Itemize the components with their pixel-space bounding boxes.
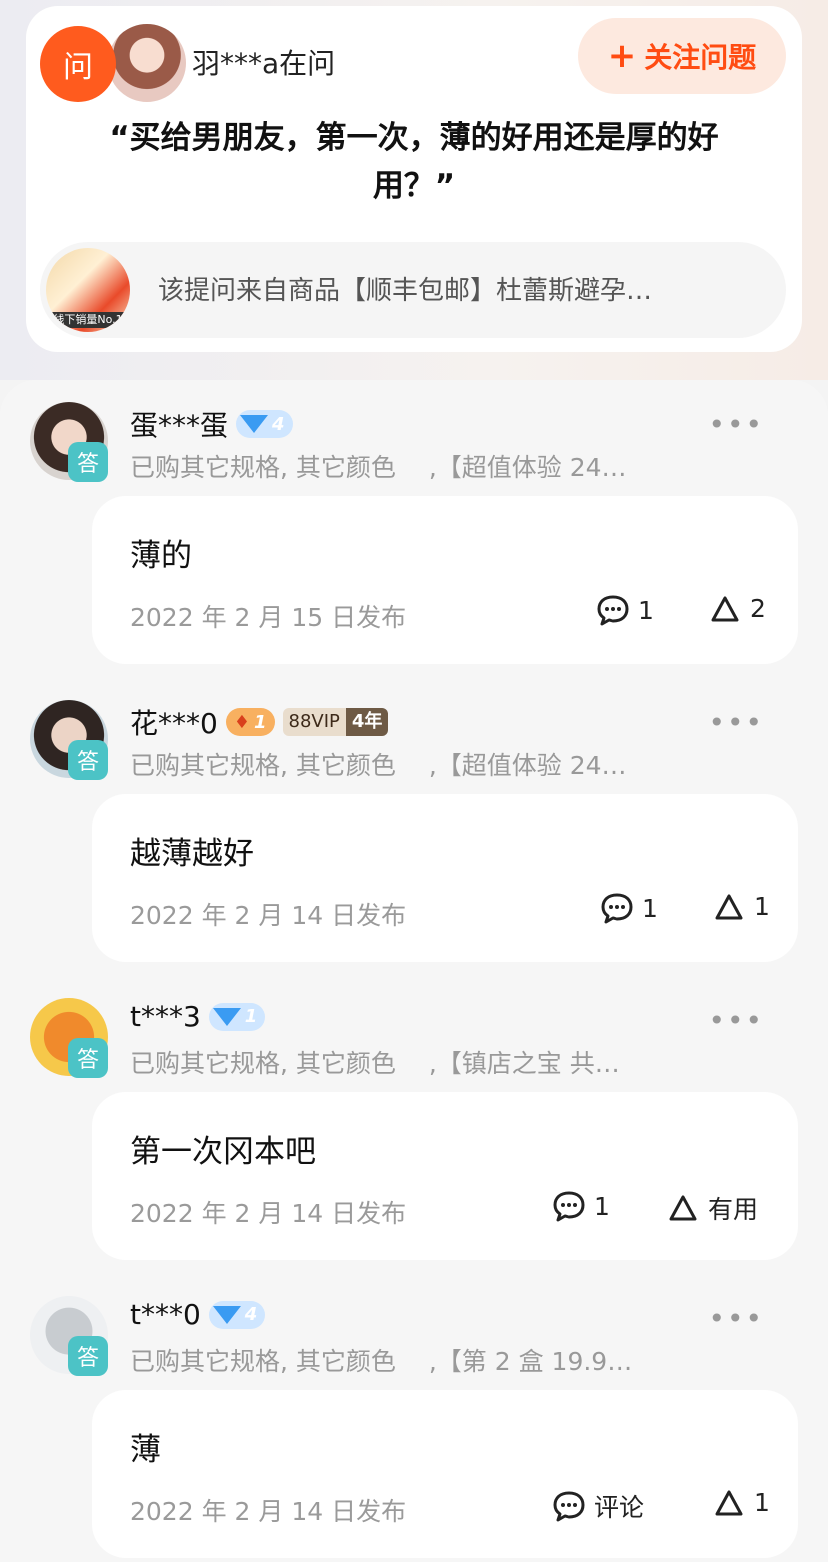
answer-date: 2022 年 2 月 14 日发布 — [130, 901, 407, 930]
product-thumbnail-label: 线下销量No.1 — [46, 312, 130, 328]
thumbs-up-icon — [711, 596, 739, 621]
diamond-level-icon: 4 — [208, 1300, 266, 1329]
answerer-avatar[interactable]: 答 — [30, 700, 110, 780]
answer-date: 2022 年 2 月 14 日发布 — [130, 1497, 407, 1526]
comment-icon — [600, 892, 634, 924]
answerer-name: t***0 — [130, 1298, 201, 1331]
answerer-name-row: 蛋***蛋 4 — [130, 404, 293, 444]
product-thumbnail: 线下销量No.1 — [46, 248, 130, 332]
product-source-text: 该提问来自商品【顺丰包邮】杜蕾斯避孕… — [158, 276, 653, 306]
answerer-avatar[interactable]: 答 — [30, 998, 110, 1078]
useful-count: 2 — [750, 594, 766, 623]
answerer-name-row: t***3 1 — [130, 1000, 266, 1033]
level-number: 4 — [244, 1304, 258, 1325]
diamond-level-icon: 4 — [236, 410, 293, 438]
useful-button[interactable]: 1 — [714, 1488, 770, 1517]
question-text: “买给男朋友，第一次，薄的好用还是厚的好用？” — [109, 120, 719, 204]
question-card: 问 羽***a在问 + 关注问题 “买给男朋友，第一次，薄的好用还是厚的好用？”… — [26, 6, 802, 352]
comment-button[interactable]: 1 — [552, 1190, 610, 1222]
purchase-spec: 已购其它规格, 其它颜色 ,【超值体验 24… — [130, 453, 627, 482]
purchase-spec: 已购其它规格, 其它颜色 ,【第 2 盒 19.9… — [130, 1347, 633, 1376]
purchase-spec: 已购其它规格, 其它颜色 ,【镇店之宝 共… — [130, 1049, 620, 1078]
crown-shape: ♦ — [233, 711, 250, 733]
comment-button[interactable]: 1 — [596, 594, 654, 626]
more-icon[interactable]: ••• — [708, 408, 764, 441]
answer-badge: 答 — [68, 1038, 108, 1078]
answerer-name: t***3 — [130, 1000, 201, 1033]
level-number: 1 — [253, 711, 267, 733]
answer-badge: 答 — [68, 442, 108, 482]
asker-name: 羽***a在问 — [192, 47, 336, 80]
comment-button[interactable]: 1 — [600, 892, 658, 924]
more-icon[interactable]: ••• — [708, 706, 764, 739]
diamond-shape — [212, 1007, 241, 1026]
comment-count: 1 — [642, 893, 658, 923]
plus-icon: + — [607, 36, 637, 76]
thumbs-up-icon — [669, 1195, 697, 1221]
useful-count: 1 — [754, 1488, 770, 1517]
vip-years: 4年 — [345, 708, 389, 736]
answerer-name-row: t***0 4 — [130, 1298, 266, 1331]
answers-panel: 答 蛋***蛋 4 已购其它规格, 其它颜色 ,【超值体验 24… ••• 薄的… — [0, 380, 828, 1562]
answer-date: 2022 年 2 月 14 日发布 — [130, 1199, 407, 1228]
answer-card: 第一次冈本吧 2022 年 2 月 14 日发布 1 有用 — [92, 1092, 798, 1260]
answer-badge: 答 — [68, 740, 108, 780]
answer-card: 薄的 2022 年 2 月 15 日发布 1 2 — [92, 496, 798, 664]
answer-date: 2022 年 2 月 15 日发布 — [130, 603, 407, 632]
crown-level-icon: ♦ 1 — [225, 708, 275, 736]
more-icon[interactable]: ••• — [708, 1004, 764, 1037]
answer-card: 越薄越好 2022 年 2 月 14 日发布 1 1 — [92, 794, 798, 962]
comment-button[interactable]: 评论 — [552, 1488, 644, 1524]
product-link[interactable]: 线下销量No.1 该提问来自商品【顺丰包邮】杜蕾斯避孕… — [40, 242, 786, 338]
answerer-avatar[interactable]: 答 — [30, 402, 110, 482]
comment-count: 1 — [594, 1191, 610, 1221]
diamond-shape — [240, 415, 269, 433]
answer-badge: 答 — [68, 1336, 108, 1376]
follow-question-button[interactable]: + 关注问题 — [578, 18, 786, 94]
useful-button[interactable]: 2 — [710, 594, 766, 623]
asker-avatar[interactable] — [104, 20, 190, 106]
answer-content: 第一次冈本吧 — [130, 1134, 316, 1170]
answerer-name-row: 花***0 ♦ 1 88VIP 4年 — [130, 702, 389, 742]
comment-count: 评论 — [594, 1493, 645, 1522]
level-number: 4 — [272, 413, 285, 435]
purchase-spec: 已购其它规格, 其它颜色 ,【超值体验 24… — [130, 751, 627, 780]
comment-icon — [552, 1190, 586, 1222]
answer-content: 越薄越好 — [130, 836, 254, 872]
answerer-name: 蛋***蛋 — [130, 409, 229, 442]
answer-card: 薄 2022 年 2 月 14 日发布 评论 1 — [92, 1390, 798, 1558]
more-icon[interactable]: ••• — [708, 1302, 764, 1335]
answer-content: 薄的 — [130, 538, 192, 574]
useful-count: 有用 — [708, 1195, 759, 1224]
useful-button[interactable]: 1 — [714, 892, 770, 921]
vip-badge: 88VIP 4年 — [282, 708, 389, 736]
answerer-avatar[interactable]: 答 — [30, 1296, 110, 1376]
diamond-level-icon: 1 — [208, 1002, 266, 1031]
comment-count: 1 — [638, 595, 654, 625]
comment-icon — [596, 594, 630, 626]
answer-content: 薄 — [130, 1432, 161, 1468]
thumbs-up-icon — [715, 1490, 743, 1515]
level-number: 1 — [244, 1006, 258, 1027]
comment-icon — [552, 1490, 586, 1522]
question-badge: 问 — [40, 26, 116, 102]
useful-button[interactable]: 有用 — [668, 1190, 758, 1226]
follow-question-label: 关注问题 — [644, 41, 757, 74]
useful-count: 1 — [754, 892, 770, 921]
answerer-name: 花***0 — [130, 707, 218, 740]
vip-label: 88VIP — [282, 708, 346, 736]
thumbs-up-icon — [715, 894, 743, 919]
diamond-shape — [212, 1305, 241, 1324]
